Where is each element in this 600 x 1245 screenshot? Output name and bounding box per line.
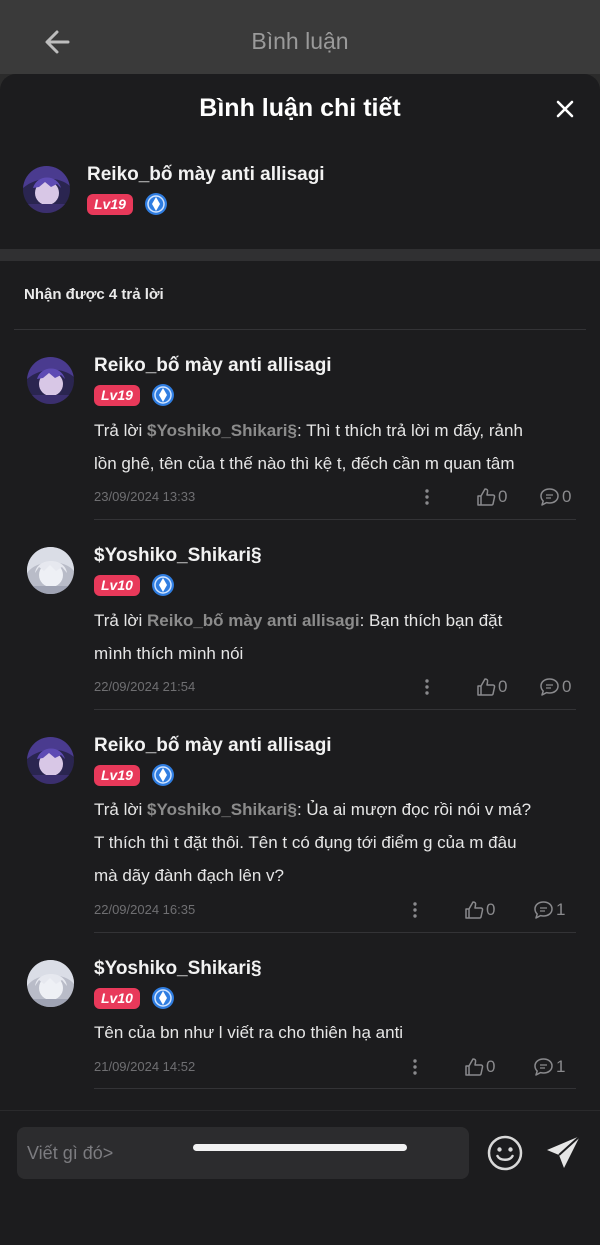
composer-divider [0,1110,600,1111]
close-icon[interactable] [552,96,578,122]
more-options-icon[interactable] [420,676,434,698]
verified-shield-icon [145,193,167,215]
comment-bubble-icon [534,901,553,919]
reply-text: Tên của bn như l viết ra cho thiên hạ an… [94,1023,404,1042]
like-count: 0 [498,487,508,506]
like-button[interactable]: 0 [464,1056,495,1078]
reply-author[interactable]: $Yoshiko_Shikari§ [94,958,262,980]
sheet-title: Bình luận chi tiết [199,94,401,122]
reply-text: Trả lời $Yoshiko_Shikari§: Thì t thích t… [94,421,523,473]
avatar[interactable] [27,547,74,594]
reply-author[interactable]: Reiko_bố mày anti allisagi [94,355,332,377]
reply-author[interactable]: $Yoshiko_Shikari§ [94,545,262,567]
page-header: Bình luận [0,0,600,74]
timestamp: 22/09/2024 21:54 [94,679,196,694]
divider [94,709,576,710]
comment-input[interactable]: Viết gì đó> [17,1127,469,1179]
send-icon[interactable] [544,1132,584,1172]
verified-shield-icon [152,764,174,786]
timestamp: 21/09/2024 14:52 [94,1059,196,1074]
divider [94,932,576,933]
comment-count: 1 [556,900,566,919]
level-badge: Lv10 [94,988,140,1009]
comment-bubble-icon [540,678,559,696]
thumbs-up-icon [465,901,484,919]
more-options-icon[interactable] [408,899,422,921]
level-badge: Lv19 [94,385,140,406]
reply-text: Trả lời $Yoshiko_Shikari§: Ủa ai mượn đọ… [94,800,532,885]
level-badge: Lv19 [94,765,140,786]
reply-count: Nhận được 4 trả lời [24,286,164,303]
like-count: 0 [486,900,496,919]
mention-link[interactable]: Reiko_bố mày anti allisagi [147,611,360,630]
comment-button[interactable]: 0 [539,676,571,698]
divider [94,519,576,520]
section-divider [0,249,600,261]
verified-shield-icon [152,574,174,596]
comment-bubble-icon [540,488,559,506]
avatar[interactable] [27,357,74,404]
level-badge: Lv10 [94,575,140,596]
comment-button[interactable]: 1 [533,899,565,921]
reply-author[interactable]: Reiko_bố mày anti allisagi [94,735,332,757]
comment-bubble-icon [534,1058,553,1076]
comment-button[interactable]: 0 [539,486,571,508]
comment-count: 0 [562,677,572,696]
like-button[interactable]: 0 [476,676,507,698]
comment-count: 1 [556,1057,566,1076]
like-button[interactable]: 0 [476,486,507,508]
smiley-icon[interactable] [486,1134,524,1172]
comment-count: 0 [562,487,572,506]
like-count: 0 [498,677,508,696]
verified-shield-icon [152,384,174,406]
verified-shield-icon [152,987,174,1009]
thumbs-up-icon [477,678,496,696]
thumbs-up-icon [477,488,496,506]
comment-button[interactable]: 1 [533,1056,565,1078]
divider [94,1088,576,1089]
comment-author[interactable]: Reiko_bố mày anti allisagi [87,164,325,186]
reply-text: Trả lời Reiko_bố mày anti allisagi: Bạn … [94,611,503,663]
timestamp: 22/09/2024 16:35 [94,902,196,917]
home-indicator [193,1144,407,1151]
level-badge: Lv19 [87,194,133,215]
like-button[interactable]: 0 [464,899,495,921]
thumbs-up-icon [465,1058,484,1076]
comment-detail-sheet: Bình luận chi tiết Reiko_bố mày anti all… [0,74,600,1245]
avatar[interactable] [23,166,70,213]
avatar[interactable] [27,960,74,1007]
page-title: Bình luận [251,28,349,54]
timestamp: 23/09/2024 13:33 [94,489,196,504]
more-options-icon[interactable] [420,486,434,508]
more-options-icon[interactable] [408,1056,422,1078]
avatar[interactable] [27,737,74,784]
like-count: 0 [486,1057,496,1076]
mention-link[interactable]: $Yoshiko_Shikari§ [147,800,297,819]
divider [14,329,586,330]
mention-link[interactable]: $Yoshiko_Shikari§ [147,421,297,440]
